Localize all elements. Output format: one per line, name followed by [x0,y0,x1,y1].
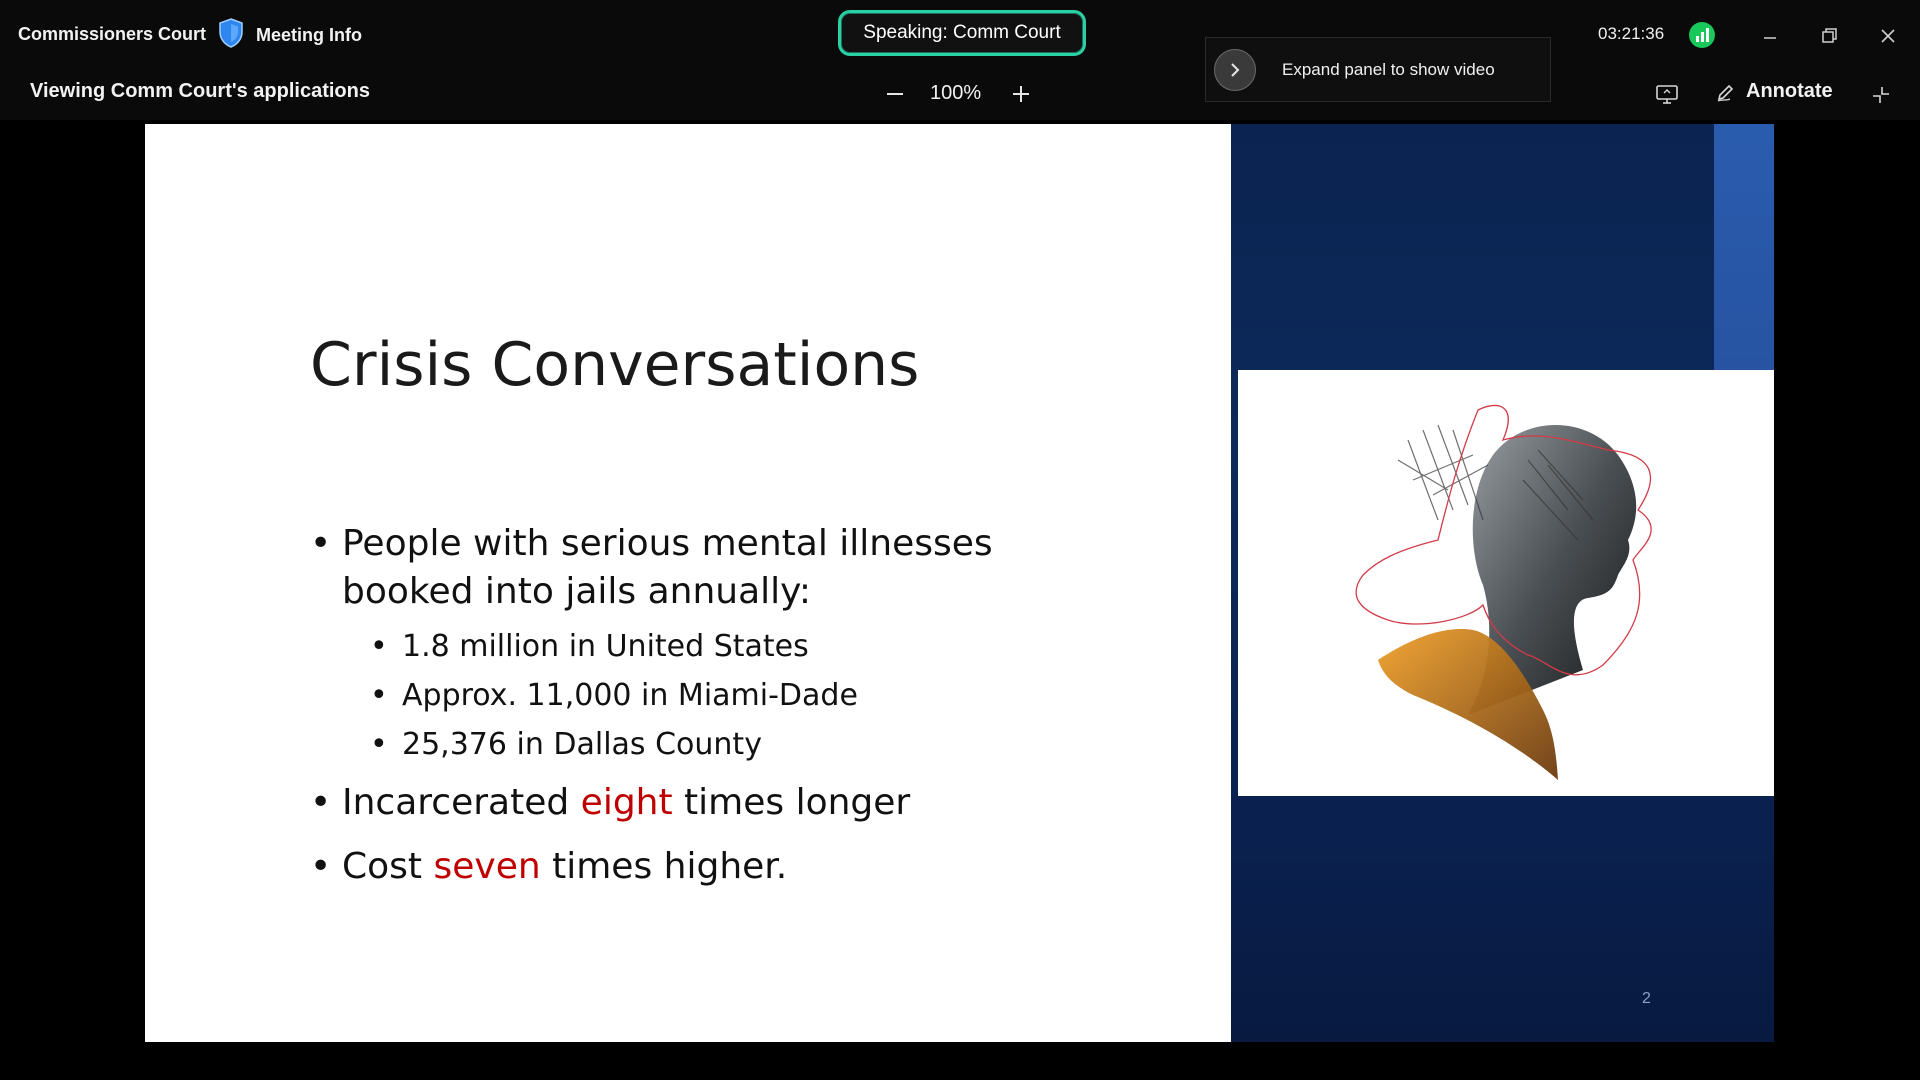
close-button[interactable] [1868,16,1908,56]
slide-bullet-list: People with serious mental illnesses boo… [310,520,993,897]
zoom-level: 100% [930,82,982,104]
meeting-info-button[interactable]: Meeting Info [218,17,362,53]
monitor-icon [1656,85,1678,104]
sub-bullet-item: 25,376 in Dallas County [310,720,993,769]
zoom-in-button[interactable] [1006,79,1036,109]
slide-title: Crisis Conversations [310,330,920,400]
sub-bullet-item: 1.8 million in United States [310,622,993,671]
zoom-out-button[interactable] [880,79,910,109]
sub-bullet-item: Approx. 11,000 in Miami-Dade [310,671,993,720]
bullet-text: times higher. [540,846,788,887]
bullet-text: times longer [672,782,911,823]
bullet-accent: eight [580,782,673,823]
bullet-text: Incarcerated [342,782,581,823]
bullet-item: People with serious mental illnesses boo… [310,520,993,616]
bullet-line: booked into jails annually: [342,571,811,612]
bullet-item: Cost seven times higher. [310,843,993,891]
meeting-info-label: Meeting Info [256,24,362,45]
annotate-label: Annotate [1746,80,1833,102]
exit-fullscreen-button[interactable] [1866,80,1896,110]
meeting-title: Commissioners Court [18,24,207,44]
expand-video-panel: Expand panel to show video [1205,37,1551,102]
plus-icon [1013,86,1029,102]
expand-panel-label: Expand panel to show video [1282,59,1495,79]
bullet-text: Cost [342,846,434,887]
restore-icon [1822,28,1837,43]
chevron-right-icon [1231,62,1240,77]
bullet-item: Incarcerated eight times longer [310,779,993,827]
pen-icon [1717,84,1734,102]
minimize-button[interactable] [1750,16,1790,56]
restore-button[interactable] [1810,16,1850,56]
minimize-icon [1764,37,1776,39]
share-screen-button[interactable] [1652,80,1682,110]
slide-accent-strip [1714,124,1774,370]
minus-icon [887,93,903,95]
speaking-indicator: Speaking: Comm Court [838,10,1086,56]
bullet-line: People with serious mental illnesses [342,523,993,564]
slide-illustration-head [1238,370,1774,796]
expand-panel-button[interactable] [1214,48,1256,91]
close-icon [1881,29,1895,43]
shield-icon [218,17,244,53]
slide-page-number: 2 [1642,990,1651,1007]
exit-fullscreen-icon [1873,87,1889,103]
annotate-button[interactable]: Annotate [1716,80,1833,103]
bullet-accent: seven [433,846,541,887]
meeting-timer: 03:21:36 [1598,24,1665,43]
viewing-label: Viewing Comm Court's applications [30,80,370,102]
connection-signal-icon [1689,22,1715,48]
